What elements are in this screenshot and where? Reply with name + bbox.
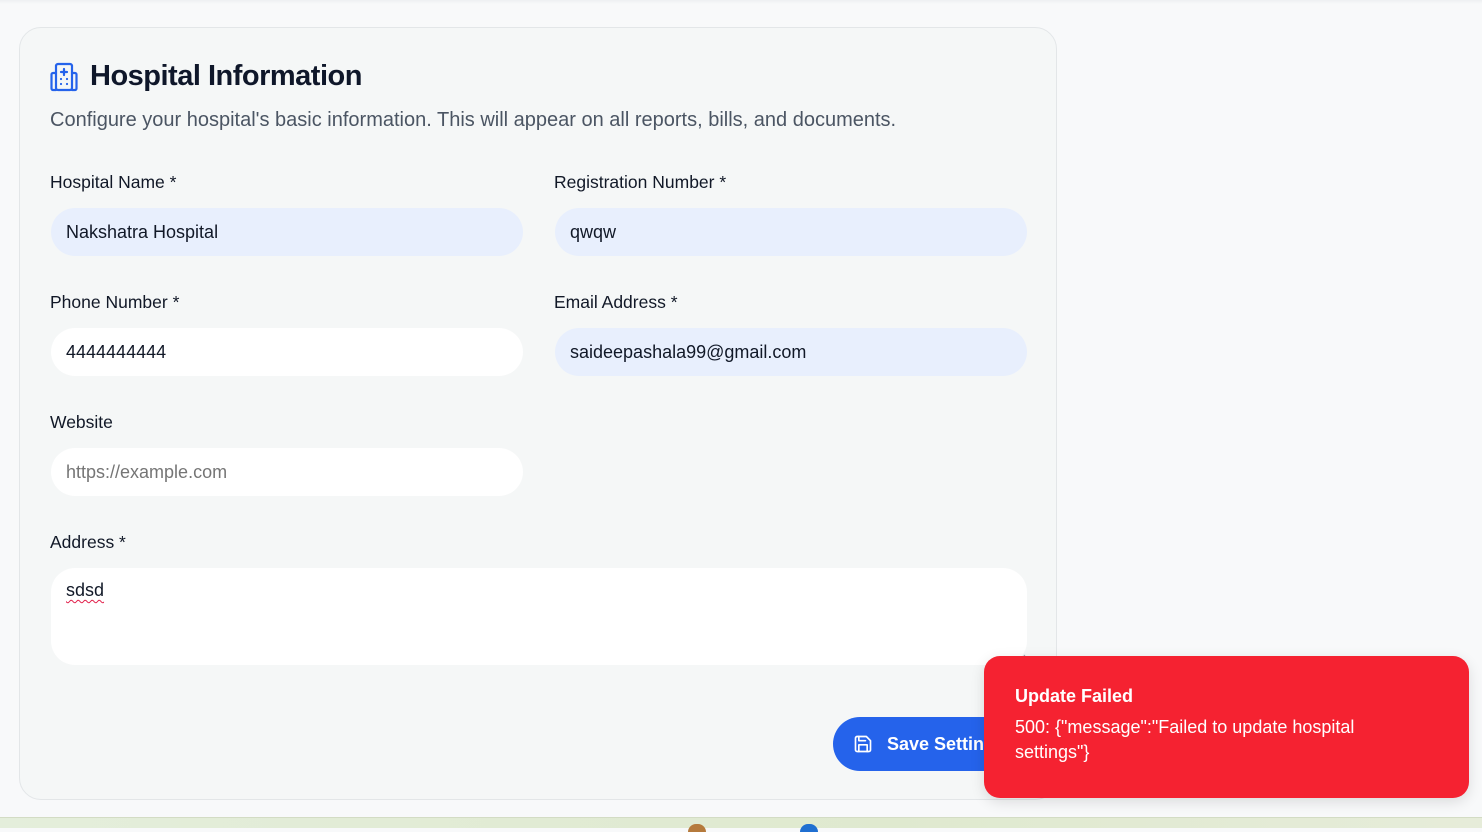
website-label: Website xyxy=(50,412,113,432)
section-description: Configure your hospital's basic informat… xyxy=(50,109,897,131)
card-header: Hospital Information xyxy=(50,60,362,93)
hospital-name-input[interactable] xyxy=(51,208,523,256)
hospital-information-card: Hospital Information Configure your hosp… xyxy=(19,27,1057,800)
registration-number-input[interactable] xyxy=(555,208,1027,256)
hospital-building-icon xyxy=(50,62,78,92)
top-edge xyxy=(0,0,1482,4)
toast-message: 500: {"message":"Failed to update hospit… xyxy=(1015,717,1355,762)
os-taskbar xyxy=(0,817,1482,832)
page-title: Hospital Information xyxy=(90,60,362,92)
taskbar-app-icon[interactable] xyxy=(800,824,818,832)
address-textarea[interactable] xyxy=(51,568,1027,665)
toast-title: Update Failed xyxy=(1015,686,1134,706)
taskbar-app-icon[interactable] xyxy=(688,824,706,832)
registration-number-label: Registration Number * xyxy=(554,172,727,192)
email-address-input[interactable] xyxy=(555,328,1027,376)
email-address-label: Email Address * xyxy=(554,292,678,312)
phone-number-input[interactable] xyxy=(51,328,523,376)
website-input[interactable] xyxy=(51,448,523,496)
hospital-name-label: Hospital Name * xyxy=(50,172,177,192)
floppy-disk-icon xyxy=(853,734,873,754)
error-toast[interactable]: Update Failed 500: {"message":"Failed to… xyxy=(984,656,1469,798)
phone-number-label: Phone Number * xyxy=(50,292,180,312)
address-label: Address * xyxy=(50,532,126,552)
